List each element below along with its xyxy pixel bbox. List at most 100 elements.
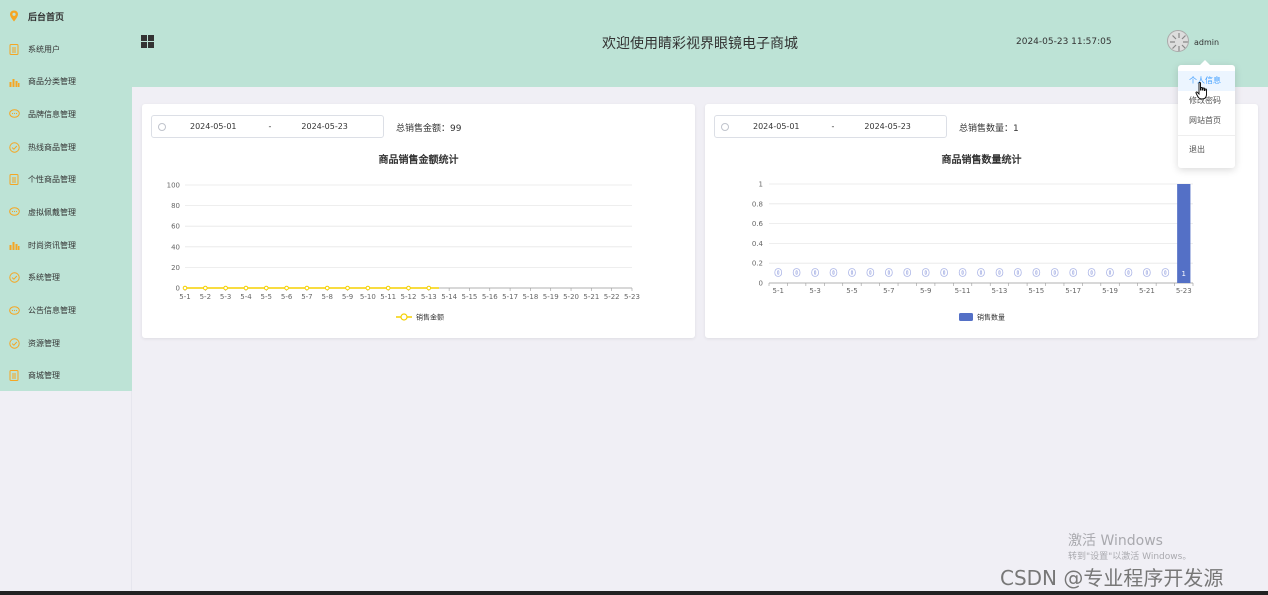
data-label: 0	[1107, 268, 1114, 279]
x-tick-label: 5-5	[846, 287, 857, 295]
x-tick-label: 5-23	[624, 293, 640, 301]
x-tick-label: 5-1	[772, 287, 783, 295]
data-label: 1	[1182, 270, 1186, 278]
data-point	[263, 285, 269, 291]
legend-label: 销售数量	[977, 313, 1005, 322]
data-label: 0	[867, 268, 874, 279]
x-tick-label: 5-5	[261, 293, 272, 301]
sidebar-item[interactable]: 虚拟佩戴管理	[0, 196, 132, 229]
sidebar-item[interactable]: 时尚资讯管理	[0, 229, 132, 262]
sidebar-blank-area	[0, 391, 132, 595]
sidebar-item[interactable]: 后台首页	[0, 0, 132, 33]
y-tick-label: 0	[176, 285, 180, 293]
bar-chart-icon	[8, 76, 20, 88]
sidebar-item-label: 系统管理	[28, 273, 60, 283]
y-tick-label: 1	[759, 181, 763, 189]
data-label: 0	[812, 268, 819, 279]
legend-label: 销售金额	[416, 313, 444, 322]
check-circle-icon	[8, 337, 20, 349]
sidebar-item[interactable]: 热线商品管理	[0, 131, 132, 164]
data-label: 0	[848, 268, 855, 279]
data-label: 0	[1162, 268, 1169, 279]
document-icon	[8, 43, 20, 55]
data-point	[243, 285, 249, 291]
sidebar-item[interactable]: 公告信息管理	[0, 294, 132, 327]
menu-item-logout[interactable]: 退出	[1178, 140, 1235, 160]
y-tick-label: 80	[171, 202, 180, 210]
x-tick-label: 5-1	[179, 293, 190, 301]
data-label: 0	[775, 268, 782, 279]
chat-bubble-icon	[8, 108, 20, 120]
sales-amount-line-chart: 0 20 40 60 80 100 5-1 5-2 5-3 5-4 5-5 5-6 5-7 5-8 5-9 5…	[167, 182, 640, 322]
data-label: 0	[1125, 268, 1132, 279]
x-tick-label: 5-8	[322, 293, 333, 301]
y-tick-label: 40	[171, 243, 180, 251]
x-tick-label: 5-18	[522, 293, 538, 301]
data-label: 0	[922, 268, 929, 279]
data-point	[223, 285, 228, 291]
x-tick-label: 5-23	[1176, 287, 1192, 295]
sidebar-item[interactable]: 系统用户	[0, 33, 132, 66]
sidebar-item-label: 后台首页	[28, 12, 65, 23]
x-tick-label: 5-19	[543, 293, 559, 301]
data-point	[406, 285, 411, 291]
sidebar-item-label: 商品分类管理	[28, 77, 76, 87]
bar	[1177, 184, 1191, 283]
x-tick-label: 5-4	[240, 293, 252, 301]
current-datetime: 2024-05-23 11:57:05	[1016, 37, 1112, 47]
x-tick-label: 5-12	[401, 293, 417, 301]
sidebar-item-label: 时尚资讯管理	[28, 240, 76, 250]
data-point	[203, 285, 208, 291]
x-tick-label: 5-14	[441, 293, 457, 301]
y-tick-label: 0.4	[752, 240, 764, 248]
legend-marker	[400, 313, 408, 321]
sidebar-item-label: 品牌信息管理	[28, 109, 76, 119]
data-point	[324, 285, 330, 291]
x-tick-label: 5-22	[604, 293, 620, 301]
data-point	[284, 285, 289, 291]
sidebar-item[interactable]: 系统管理	[0, 262, 132, 295]
check-circle-icon	[8, 272, 20, 284]
x-tick-label: 5-13	[991, 287, 1007, 295]
x-tick-label: 5-11	[955, 287, 971, 295]
menu-divider	[1178, 135, 1235, 136]
username[interactable]: admin	[1194, 38, 1219, 47]
y-tick-label: 100	[167, 182, 180, 190]
y-tick-label: 20	[171, 264, 180, 272]
sidebar-item[interactable]: 个性商品管理	[0, 163, 132, 196]
header: 欢迎使用睛彩视界眼镜电子商城 2024-05-23 11:57:05 admin	[132, 0, 1268, 87]
data-label: 0	[978, 268, 985, 279]
data-label: 0	[793, 268, 800, 279]
x-tick-label: 5-2	[200, 293, 211, 301]
sidebar-item[interactable]: 品牌信息管理	[0, 98, 132, 131]
sidebar-item[interactable]: 商城管理	[0, 360, 132, 393]
sidebar-item-label: 个性商品管理	[28, 175, 76, 185]
x-tick-label: 5-10	[360, 293, 376, 301]
menu-item-site-home[interactable]: 网站首页	[1178, 111, 1235, 131]
data-label: 0	[1070, 268, 1077, 279]
avatar[interactable]	[1167, 30, 1189, 52]
data-label: 0	[1051, 268, 1058, 279]
x-tick-label: 5-13	[421, 293, 437, 301]
document-icon	[8, 174, 20, 186]
sales-quantity-card: 2024-05-01 - 2024-05-23 总销售数量：1 商品销售数量统计…	[705, 104, 1258, 338]
x-tick-label: 5-3	[220, 293, 231, 301]
x-tick-label: 5-11	[380, 293, 396, 301]
chat-bubble-icon	[8, 305, 20, 317]
data-point	[345, 285, 350, 291]
data-label: 0	[996, 268, 1003, 279]
check-circle-icon	[8, 141, 20, 153]
sidebar-item[interactable]: 商品分类管理	[0, 65, 132, 98]
windows-activation-title: 激活 Windows	[1068, 533, 1163, 549]
data-point	[385, 285, 391, 291]
sidebar-item-label: 公告信息管理	[28, 306, 76, 316]
data-label: 0	[941, 268, 948, 279]
sales-amount-card: 2024-05-01 - 2024-05-23 总销售金额：99 商品销售金额统…	[142, 104, 695, 338]
data-point	[365, 285, 371, 291]
data-label: 0	[904, 268, 911, 279]
y-tick-label: 60	[171, 223, 180, 231]
document-icon	[8, 370, 20, 382]
sidebar-item[interactable]: 资源管理	[0, 327, 132, 360]
sidebar: 后台首页系统用户商品分类管理 品牌信息管理热线商品管理个性商品管理虚拟佩戴管理时尚…	[0, 0, 132, 391]
x-tick-label: 5-21	[583, 293, 599, 301]
